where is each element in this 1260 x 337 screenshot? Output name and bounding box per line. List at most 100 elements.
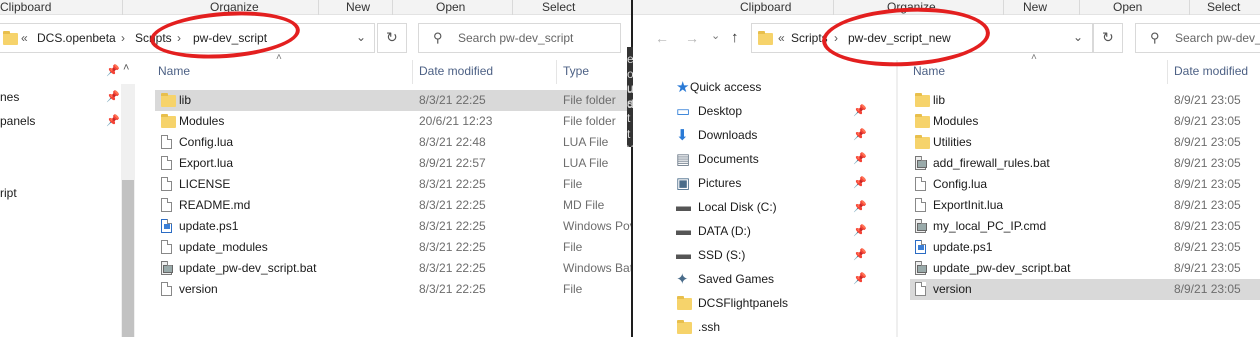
folder-icon <box>915 93 930 107</box>
nav-item-label: DATA (D:) <box>698 224 751 238</box>
pin-icon[interactable]: 📌 <box>853 176 867 189</box>
ribbon-organize[interactable]: Organize <box>210 0 259 14</box>
ribbon-open[interactable]: Open <box>1113 0 1142 14</box>
search-box[interactable]: ⚲ Search pw-dev_ <box>1135 23 1260 53</box>
pin-icon[interactable]: 📌 <box>853 128 867 141</box>
file-name: version <box>933 282 972 296</box>
recent-locations-chevron-icon[interactable]: ⌄ <box>711 29 720 42</box>
breadcrumb-overflow[interactable]: « <box>778 31 785 45</box>
file-icon <box>915 198 926 212</box>
search-placeholder: Search pw-dev_script <box>458 31 574 45</box>
file-row[interactable]: Export.lua 8/9/21 22:57 LUA File <box>155 153 631 174</box>
file-row[interactable]: update.ps1 8/3/21 22:25 Windows Pov <box>155 216 631 237</box>
nav-item[interactable]: ▬ SSD (S:) 📌 <box>673 244 895 266</box>
breadcrumb-current-folder[interactable]: pw-dev_script_new <box>848 31 951 45</box>
pin-icon[interactable]: 📌 <box>853 200 867 213</box>
ribbon-new[interactable]: New <box>1023 0 1047 14</box>
nav-item[interactable]: .ssh <box>673 316 895 337</box>
pane-divider <box>896 60 898 337</box>
refresh-button[interactable]: ↻ <box>377 23 407 53</box>
nav-item[interactable]: ▤ Documents 📌 <box>673 148 895 170</box>
pin-icon[interactable]: 📌 <box>106 90 120 103</box>
column-header-date-modified[interactable]: Date modified <box>419 64 493 78</box>
nav-item[interactable]: ✦ Saved Games 📌 <box>673 268 895 290</box>
file-row[interactable]: update.ps1 8/9/21 23:05 <box>910 237 1260 258</box>
nav-item[interactable]: ▬ DATA (D:) 📌 <box>673 220 895 242</box>
file-row[interactable]: ExportInit.lua 8/9/21 23:05 <box>910 195 1260 216</box>
column-header-name[interactable]: Name <box>158 64 190 78</box>
file-row[interactable]: lib 8/9/21 23:05 <box>910 90 1260 111</box>
file-row[interactable]: my_local_PC_IP.cmd 8/9/21 23:05 <box>910 216 1260 237</box>
nav-item[interactable]: ▣ Pictures 📌 <box>673 172 895 194</box>
ribbon-clipboard[interactable]: Clipboard <box>740 0 791 14</box>
file-date-modified: 8/9/21 23:05 <box>1174 261 1241 275</box>
nav-item[interactable]: DCSFlightpanels <box>673 292 895 314</box>
file-row[interactable]: LICENSE 8/3/21 22:25 File <box>155 174 631 195</box>
file-row[interactable]: add_firewall_rules.bat 8/9/21 23:05 <box>910 153 1260 174</box>
nav-item[interactable]: ★ Quick access <box>673 76 895 98</box>
ribbon-select[interactable]: Select <box>1207 0 1240 14</box>
file-icon <box>161 282 172 296</box>
forward-arrow-icon[interactable]: → <box>685 30 699 46</box>
address-bar[interactable]: « DCS.openbeta › Scripts › pw-dev_script… <box>0 23 375 53</box>
file-row[interactable]: version 8/3/21 22:25 File <box>155 279 631 300</box>
scrollbar-thumb[interactable] <box>122 180 134 337</box>
search-box[interactable]: ⚲ Search pw-dev_script <box>418 23 621 53</box>
up-arrow-icon[interactable]: ↑ <box>731 29 739 46</box>
ribbon-new[interactable]: New <box>346 0 370 14</box>
ribbon-select[interactable]: Select <box>542 0 575 14</box>
pin-icon[interactable]: 📌 <box>853 104 867 117</box>
chevron-down-icon[interactable]: ⌄ <box>356 30 366 44</box>
file-icon <box>161 135 172 149</box>
file-row[interactable]: Config.lua 8/9/21 23:05 <box>910 174 1260 195</box>
file-row[interactable]: README.md 8/3/21 22:25 MD File <box>155 195 631 216</box>
nav-item-label: DCSFlightpanels <box>698 296 789 310</box>
file-date-modified: 8/3/21 22:25 <box>419 93 486 107</box>
breadcrumb-dcs-openbeta[interactable]: DCS.openbeta <box>37 31 116 45</box>
nav-item[interactable]: ▬ Local Disk (C:) 📌 <box>673 196 895 218</box>
file-row[interactable]: update_pw-dev_script.bat 8/9/21 23:05 <box>910 258 1260 279</box>
pin-icon[interactable]: 📌 <box>853 152 867 165</box>
breadcrumb-scripts[interactable]: Scripts <box>135 31 172 45</box>
nav-item[interactable]: ript <box>0 182 120 204</box>
breadcrumb-current-folder[interactable]: pw-dev_script <box>193 31 267 45</box>
column-header-date-modified[interactable]: Date modified <box>1174 64 1248 78</box>
file-row[interactable]: Modules 20/6/21 12:23 File folder <box>155 111 631 132</box>
address-bar[interactable]: « Scripts › pw-dev_script_new ⌄ <box>751 23 1093 53</box>
nav-item[interactable]: nes 📌 <box>0 86 120 108</box>
nav-item[interactable]: panels 📌 <box>0 110 120 132</box>
file-row[interactable]: Utilities 8/9/21 23:05 <box>910 132 1260 153</box>
ribbon-clipboard[interactable]: Clipboard <box>0 0 51 14</box>
file-name: add_firewall_rules.bat <box>933 156 1050 170</box>
breadcrumb-overflow[interactable]: « <box>21 31 28 45</box>
file-row[interactable]: Config.lua 8/3/21 22:48 LUA File <box>155 132 631 153</box>
nav-item[interactable]: ▭ Desktop 📌 <box>673 100 895 122</box>
nav-item-label: Downloads <box>698 128 758 142</box>
batch-file-icon <box>915 261 927 275</box>
refresh-button[interactable]: ↻ <box>1093 23 1123 53</box>
file-date-modified: 8/3/21 22:25 <box>419 198 486 212</box>
pin-icon[interactable]: 📌 <box>106 64 120 77</box>
pin-icon[interactable]: 📌 <box>853 272 867 285</box>
file-type: File <box>563 282 583 296</box>
chevron-up-icon[interactable]: ˄ <box>123 62 129 74</box>
left-ribbon: Clipboard Organize New Open Select <box>0 0 631 15</box>
chevron-down-icon[interactable]: ⌄ <box>1073 30 1083 44</box>
column-header-type[interactable]: Type <box>563 64 589 78</box>
file-row[interactable]: lib 8/3/21 22:25 File folder <box>155 90 631 111</box>
file-row[interactable]: update_modules 8/3/21 22:25 File <box>155 237 631 258</box>
back-arrow-icon[interactable]: ← <box>655 30 669 46</box>
nav-scrollbar[interactable] <box>121 84 135 337</box>
pin-icon[interactable]: 📌 <box>853 224 867 237</box>
column-header-name[interactable]: Name <box>913 64 945 78</box>
pin-icon[interactable]: 📌 <box>106 114 120 127</box>
nav-item[interactable]: ⬇ Downloads 📌 <box>673 124 895 146</box>
ribbon-open[interactable]: Open <box>436 0 465 14</box>
breadcrumb-scripts[interactable]: Scripts <box>791 31 828 45</box>
ribbon-organize[interactable]: Organize <box>887 0 936 14</box>
file-name: README.md <box>179 198 251 212</box>
file-row[interactable]: Modules 8/9/21 23:05 <box>910 111 1260 132</box>
file-row[interactable]: update_pw-dev_script.bat 8/3/21 22:25 Wind… <box>155 258 631 279</box>
pin-icon[interactable]: 📌 <box>853 248 867 261</box>
file-row[interactable]: version 8/9/21 23:05 <box>910 279 1260 300</box>
